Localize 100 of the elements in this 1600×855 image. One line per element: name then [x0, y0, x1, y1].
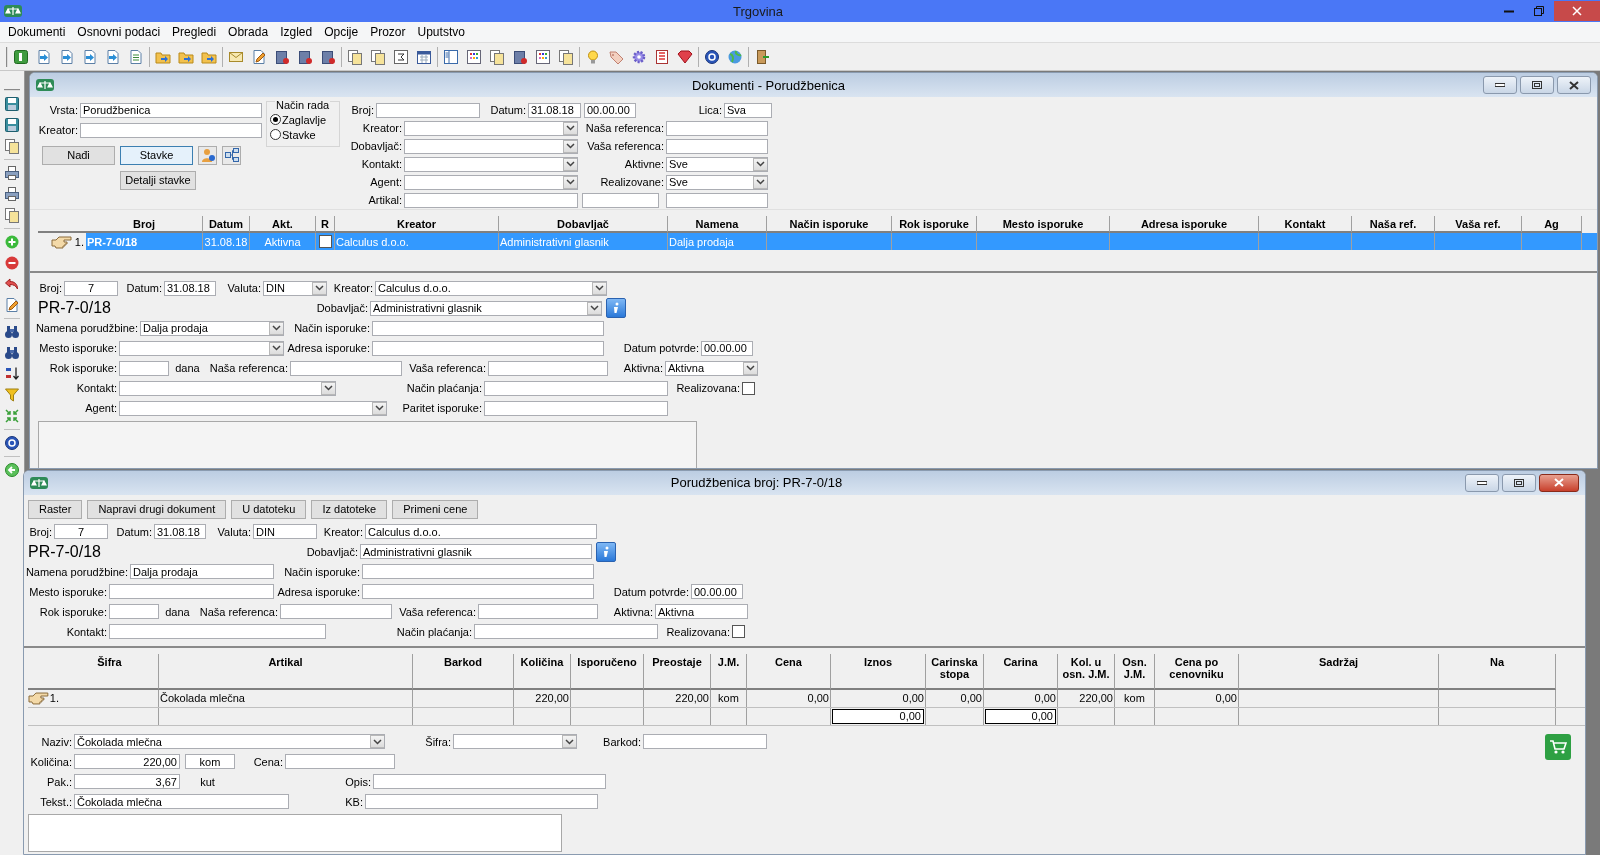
pages-icon[interactable] — [4, 207, 20, 223]
arrows-icon[interactable] — [4, 408, 20, 424]
dropdown-field[interactable]: Čokolada mlečna — [74, 734, 385, 749]
undo-icon[interactable] — [4, 276, 20, 292]
dropdown-field[interactable]: Sve — [666, 156, 768, 172]
dropdown-field[interactable]: DIN — [263, 280, 327, 296]
checkbox[interactable] — [742, 381, 755, 395]
menu-item[interactable]: Izgled — [274, 25, 319, 39]
dropdown-button[interactable] — [753, 175, 767, 189]
dropdown-button[interactable] — [587, 301, 601, 315]
column-header[interactable]: Sadržaj — [1239, 653, 1439, 690]
document-icon[interactable] — [512, 48, 528, 65]
back-icon[interactable] — [4, 462, 20, 478]
gear-icon[interactable] — [631, 48, 647, 65]
grid-icon[interactable] — [535, 48, 551, 65]
column-header[interactable]: J.M. — [711, 653, 747, 690]
text-field[interactable]: Porudžbenica — [80, 102, 262, 118]
column-header[interactable]: Carinska stopa — [926, 653, 984, 690]
text-field[interactable]: 220,00 — [74, 754, 180, 769]
column-header[interactable]: Način isporuke — [767, 216, 892, 233]
text-field[interactable] — [372, 320, 604, 336]
dropdown-field[interactable]: Administrativni glasnik — [370, 300, 602, 316]
column-header[interactable]: Carina — [984, 653, 1058, 690]
notes-field[interactable] — [38, 421, 697, 468]
page-arrow-icon[interactable] — [59, 48, 75, 65]
tag-icon[interactable] — [608, 48, 624, 65]
checkbox[interactable] — [318, 235, 332, 248]
text-field[interactable] — [119, 360, 169, 376]
dropdown-field[interactable] — [404, 120, 578, 136]
close-button[interactable] — [1539, 473, 1579, 492]
text-field[interactable]: Calculus d.o.o. — [365, 524, 597, 539]
column-header[interactable]: Osn. J.M. — [1115, 653, 1155, 690]
text-field[interactable] — [643, 734, 767, 749]
text-field[interactable] — [362, 564, 594, 579]
page-icon[interactable] — [128, 48, 144, 65]
column-header[interactable]: Rok isporuke — [892, 216, 977, 233]
column-header[interactable]: Cena po cenovniku — [1155, 653, 1239, 690]
column-header[interactable]: Iznos — [831, 653, 926, 690]
text-field[interactable] — [376, 102, 480, 118]
diagram-button[interactable] — [222, 145, 241, 165]
text-field[interactable]: 3,67 — [74, 774, 180, 789]
toolbar-button[interactable]: Napravi drugi dokument — [87, 499, 227, 519]
printer-icon[interactable] — [4, 186, 20, 202]
column-header[interactable]: Datum — [203, 216, 250, 233]
action-button[interactable]: Stavke — [120, 145, 193, 165]
restore-button[interactable] — [1502, 473, 1536, 492]
column-header[interactable]: Mesto isporuke — [977, 216, 1110, 233]
ledger-icon[interactable] — [654, 48, 670, 65]
dropdown-button[interactable] — [592, 281, 606, 295]
minimize-button[interactable] — [1483, 76, 1517, 94]
dropdown-button[interactable] — [312, 281, 326, 295]
dropdown-field[interactable] — [119, 340, 284, 356]
text-field[interactable]: 00.00.00 — [701, 340, 753, 356]
text-field[interactable] — [478, 604, 598, 619]
bulb-icon[interactable] — [585, 48, 601, 65]
column-header[interactable]: Kol. u osn. J.M. — [1058, 653, 1115, 690]
text-field[interactable] — [362, 584, 594, 599]
text-field[interactable]: kom — [185, 754, 235, 769]
pages-icon[interactable] — [489, 48, 505, 65]
column-header[interactable]: R — [316, 216, 335, 233]
calendar-icon[interactable] — [416, 48, 432, 65]
column-header[interactable]: Šifra — [61, 653, 159, 690]
document-icon[interactable] — [274, 48, 290, 65]
checkbox[interactable] — [732, 625, 745, 638]
dropdown-button[interactable] — [563, 121, 577, 135]
text-field[interactable]: Čokolada mlečna — [74, 794, 289, 809]
text-field[interactable]: 31.08.18 — [528, 102, 581, 118]
menu-item[interactable]: Obrada — [222, 25, 275, 39]
column-header[interactable]: Akt. — [250, 216, 316, 233]
dropdown-field[interactable]: Dalja prodaja — [140, 320, 284, 336]
toolbar-button[interactable]: Primeni cene — [392, 499, 479, 519]
column-header[interactable]: Isporučeno — [571, 653, 644, 690]
text-field[interactable] — [372, 340, 604, 356]
column-header[interactable]: Cena — [747, 653, 831, 690]
help-icon[interactable] — [4, 435, 20, 451]
text-field[interactable]: Dalja prodaja — [130, 564, 274, 579]
page-arrow-icon[interactable] — [36, 48, 52, 65]
restore-button[interactable] — [1520, 76, 1554, 94]
dropdown-field[interactable]: Aktivna — [665, 360, 758, 376]
toolbar-button[interactable]: Raster — [28, 499, 83, 519]
text-field[interactable]: 31.08.18 — [154, 524, 206, 539]
text-field[interactable] — [484, 380, 668, 396]
text-field[interactable] — [474, 624, 658, 639]
details-button[interactable]: Detalji stavke — [120, 170, 196, 190]
column-header[interactable]: Barkod — [413, 653, 514, 690]
table-row[interactable]: 1. PR-7-0/18 31.08.18 Aktivna Calculus d.o.o. Administrativni glasnik Dalja prodaja — [38, 233, 1597, 250]
binoculars-icon[interactable] — [4, 345, 20, 361]
cart-button[interactable] — [1545, 733, 1571, 760]
plus-icon[interactable] — [4, 234, 20, 250]
text-field[interactable] — [666, 120, 768, 136]
dropdown-field[interactable] — [119, 400, 387, 416]
column-header[interactable]: Na — [1439, 653, 1556, 690]
column-header[interactable]: Vaša ref. — [1435, 216, 1522, 233]
text-field[interactable]: Aktivna — [655, 604, 748, 619]
pencil-icon[interactable] — [4, 297, 20, 313]
text-field[interactable] — [666, 192, 768, 208]
text-field[interactable] — [109, 584, 274, 599]
minimize-button[interactable] — [1465, 473, 1499, 492]
gem-icon[interactable] — [677, 48, 693, 65]
dropdown-field[interactable] — [119, 380, 336, 396]
